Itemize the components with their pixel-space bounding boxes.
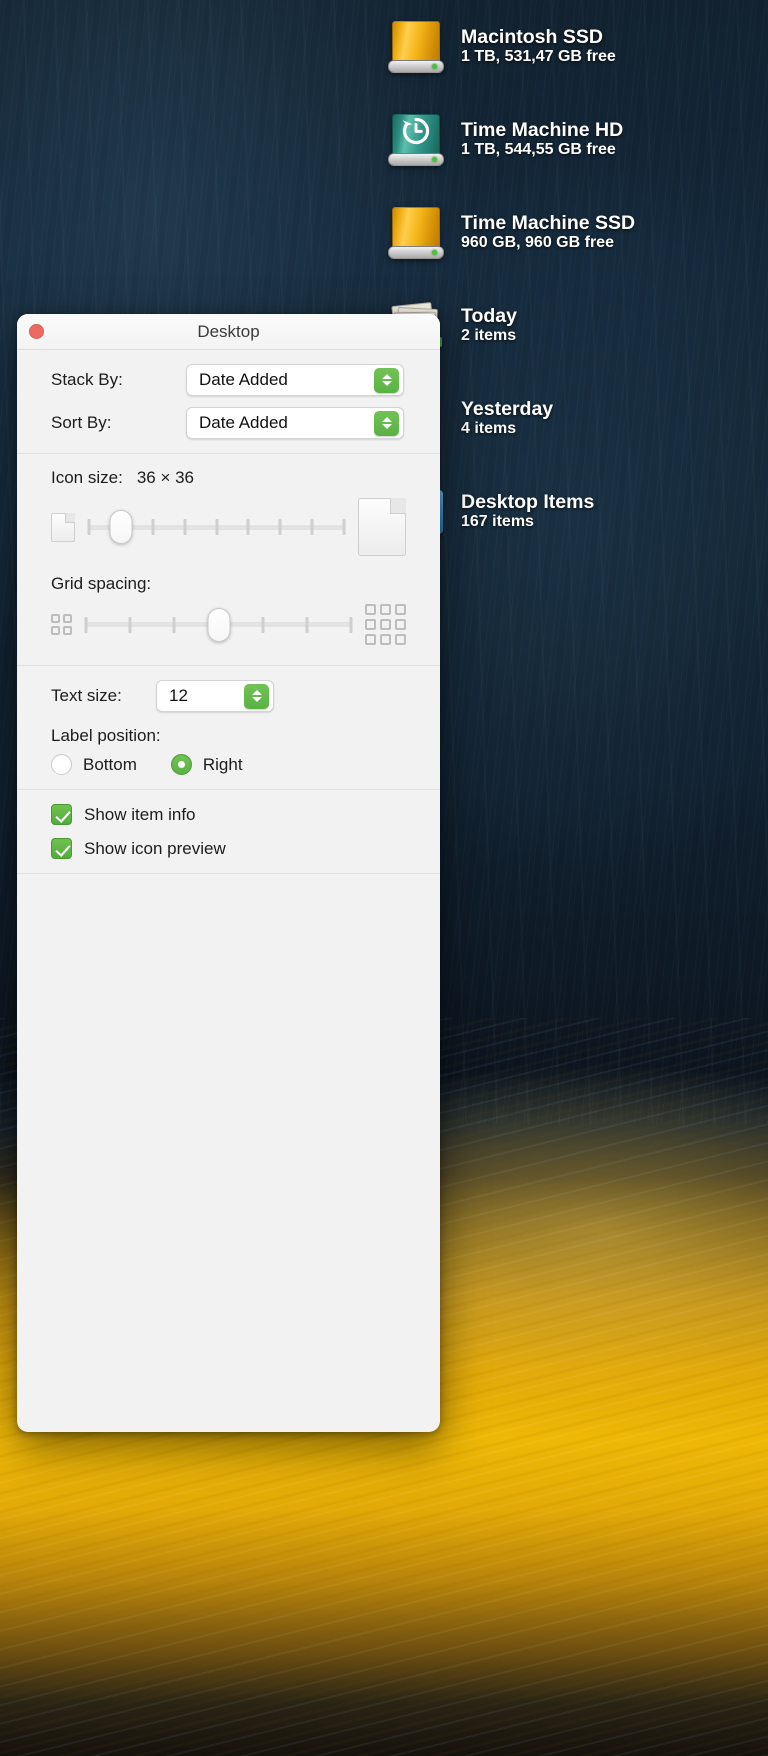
large-grid-icon [365, 604, 406, 645]
desktop-item-info: 2 items [461, 327, 517, 345]
stack-by-row: Stack By: Date Added [51, 364, 406, 396]
slider-tick [151, 519, 155, 535]
slider-tick [87, 519, 91, 535]
show-icon-preview-label: Show icon preview [84, 838, 226, 858]
chevron-updown-icon[interactable] [244, 683, 269, 709]
label-position-radio-group: Bottom Right [51, 754, 406, 775]
desktop-item-name: Time Machine HD [461, 118, 624, 141]
slider-tick [172, 616, 176, 633]
icon-size-slider-knob[interactable] [109, 510, 133, 544]
slider-tick [84, 616, 88, 633]
chevron-updown-icon[interactable] [374, 367, 399, 393]
text-size-label: Text size: [51, 686, 122, 705]
desktop-item-text: Time Machine HD 1 TB, 544,55 GB free [461, 118, 624, 160]
icon-size-slider-row [51, 498, 406, 556]
window-title: Desktop [197, 321, 260, 341]
label-position-bottom-option[interactable]: Bottom [51, 754, 137, 775]
large-document-icon [358, 498, 406, 556]
text-section: Text size: 12 Label position: Bottom Rig… [17, 666, 440, 790]
desktop-icon-list: Macintosh SSD 1 TB, 531,47 GB free Time … [385, 0, 768, 558]
small-document-icon [51, 512, 75, 542]
small-grid-icon [51, 614, 72, 635]
slider-tick [305, 616, 309, 633]
hard-drive-icon [385, 202, 447, 264]
checkbox-checked[interactable] [51, 838, 72, 859]
desktop-item-time-machine-hd[interactable]: Time Machine HD 1 TB, 544,55 GB free [385, 93, 768, 186]
label-position-right-label: Right [202, 754, 243, 774]
radio-button[interactable] [51, 754, 72, 775]
desktop-item-info: 1 TB, 544,55 GB free [461, 141, 616, 159]
stack-by-label: Stack By: [51, 370, 123, 389]
icon-size-value: 36 × 36 [136, 468, 195, 487]
slider-tick [128, 616, 132, 633]
icon-size-label: Icon size: [51, 468, 123, 487]
desktop-item-name: Desktop Items [461, 490, 595, 513]
display-options-section: Show item info Show icon preview [17, 790, 440, 874]
desktop-item-text: Today 2 items [461, 304, 517, 346]
show-item-info-label: Show item info [84, 804, 196, 824]
slider-tick [246, 519, 250, 535]
slider-tick [278, 519, 282, 535]
show-icon-preview-option[interactable]: Show icon preview [51, 838, 406, 859]
label-position-label: Label position: [51, 726, 161, 745]
desktop-item-info: 4 items [461, 420, 517, 438]
slider-tick [215, 519, 218, 535]
desktop-item-macintosh-ssd[interactable]: Macintosh SSD 1 TB, 531,47 GB free [385, 0, 768, 93]
sort-by-label: Sort By: [51, 413, 112, 432]
grid-spacing-header: Grid spacing: [51, 574, 406, 594]
checkbox-checked[interactable] [51, 804, 72, 825]
view-options-panel: Desktop Stack By: Date Added Sort By: Da… [17, 314, 440, 1432]
icon-size-header: Icon size: 36 × 36 [51, 468, 406, 488]
desktop-item-today[interactable]: Today 2 items [385, 279, 768, 372]
grouping-section: Stack By: Date Added Sort By: Date Added [17, 350, 440, 454]
stack-by-value: Date Added [199, 370, 288, 389]
grid-spacing-slider-row [51, 604, 406, 645]
text-size-value: 12 [169, 686, 188, 705]
text-size-select[interactable]: 12 [156, 680, 274, 712]
desktop-item-name: Today [461, 304, 517, 327]
desktop-item-info: 167 items [461, 513, 534, 531]
desktop-item-name: Yesterday [461, 397, 554, 420]
desktop-item-text: Yesterday 4 items [461, 397, 554, 439]
desktop-item-text: Desktop Items 167 items [461, 490, 595, 532]
text-size-row: Text size: 12 [51, 680, 406, 712]
grid-spacing-slider[interactable] [84, 607, 353, 642]
slider-tick [342, 519, 346, 535]
sort-by-select[interactable]: Date Added [186, 407, 404, 439]
desktop-item-name: Time Machine SSD [461, 211, 636, 234]
window-titlebar: Desktop [17, 314, 440, 350]
label-position-header: Label position: [51, 726, 406, 746]
desktop-item-info: 1 TB, 531,47 GB free [461, 48, 616, 66]
size-section: Icon size: 36 × 36 Grid spacing: [17, 454, 440, 666]
time-machine-drive-icon [385, 109, 447, 171]
sort-by-row: Sort By: Date Added [51, 407, 406, 439]
desktop-item-time-machine-ssd[interactable]: Time Machine SSD 960 GB, 960 GB free [385, 186, 768, 279]
stack-by-select[interactable]: Date Added [186, 364, 404, 396]
desktop-item-desktop-items[interactable]: Desktop Items 167 items [385, 465, 768, 558]
grid-spacing-label: Grid spacing: [51, 574, 152, 593]
slider-tick [349, 616, 353, 633]
sort-by-value: Date Added [199, 413, 288, 432]
hard-drive-icon [385, 16, 447, 78]
clock-arrow-icon [402, 117, 430, 144]
slider-tick [183, 519, 187, 535]
close-icon[interactable] [29, 324, 44, 339]
icon-size-slider[interactable] [87, 510, 346, 544]
label-position-bottom-label: Bottom [83, 754, 137, 774]
slider-tick [261, 616, 265, 633]
chevron-updown-icon[interactable] [374, 410, 399, 436]
desktop-item-info: 960 GB, 960 GB free [461, 234, 614, 252]
show-item-info-option[interactable]: Show item info [51, 804, 406, 825]
radio-button-selected[interactable] [170, 754, 192, 775]
desktop-item-text: Macintosh SSD 1 TB, 531,47 GB free [461, 25, 616, 67]
label-position-right-option[interactable]: Right [170, 754, 243, 775]
desktop-item-text: Time Machine SSD 960 GB, 960 GB free [461, 211, 636, 253]
desktop-item-yesterday[interactable]: Yesterday 4 items [385, 372, 768, 465]
slider-tick [310, 519, 314, 535]
desktop-item-name: Macintosh SSD [461, 25, 603, 48]
grid-spacing-slider-knob[interactable] [207, 607, 230, 642]
